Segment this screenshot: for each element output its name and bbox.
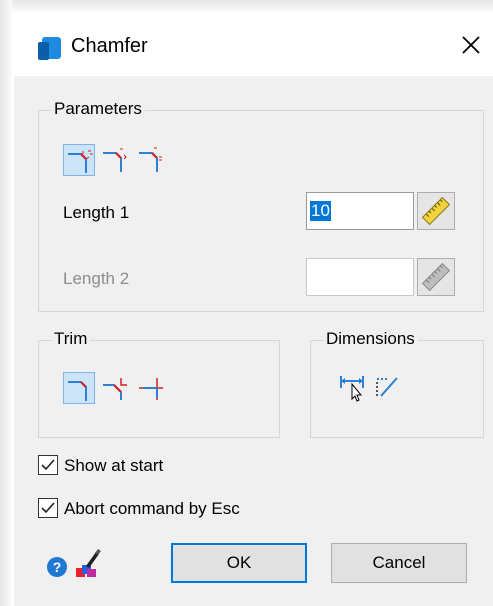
chamfer-two-lengths-icon — [68, 150, 93, 173]
length1-measure-button[interactable] — [417, 192, 455, 230]
abort-by-esc-checkbox[interactable] — [38, 498, 58, 518]
chamfer-length-angle-alt-icon — [139, 147, 162, 172]
cancel-button[interactable]: Cancel — [331, 543, 467, 583]
dimension-chamfer-button[interactable] — [371, 370, 403, 402]
dimension-linear-button[interactable] — [338, 370, 370, 402]
svg-text:?: ? — [53, 559, 62, 575]
length1-value: 10 — [310, 201, 331, 221]
chamfer-dialog: Chamfer Parameters Length 1 10 Length 2 … — [14, 12, 493, 606]
show-at-start-checkbox[interactable] — [38, 455, 58, 475]
trim-both-icon — [68, 381, 87, 401]
length2-label: Length 2 — [63, 269, 130, 288]
chamfer-length-angle-icon — [103, 148, 127, 172]
help-icon[interactable]: ? — [46, 556, 68, 578]
dimension-chamfer-icon — [376, 377, 398, 398]
checkmark-icon — [41, 459, 55, 471]
dialog-title: Chamfer — [71, 35, 148, 57]
trim-first-icon — [103, 378, 127, 400]
title-bar[interactable]: Chamfer — [14, 12, 493, 76]
checkmark-icon — [41, 502, 55, 514]
chamfer-length-angle-alt-button[interactable] — [135, 144, 167, 176]
trim-first-button[interactable] — [99, 372, 131, 404]
style-brush-icon[interactable] — [74, 548, 102, 578]
window-shadow-top — [0, 0, 493, 12]
no-trim-icon — [139, 378, 163, 400]
trim-both-button[interactable] — [63, 372, 95, 404]
window-shadow-left — [0, 0, 12, 606]
chamfer-length-angle-button[interactable] — [99, 144, 131, 176]
chamfer-two-lengths-button[interactable] — [63, 144, 95, 176]
trim-group-label: Trim — [51, 329, 91, 349]
no-trim-button[interactable] — [135, 372, 167, 404]
length2-field[interactable] — [306, 258, 414, 296]
dimensions-group-label: Dimensions — [323, 329, 418, 349]
ok-button[interactable]: OK — [171, 543, 307, 583]
close-icon[interactable] — [455, 29, 487, 61]
length2-measure-button[interactable] — [417, 258, 455, 296]
show-at-start-label[interactable]: Show at start — [64, 456, 163, 476]
app-icon — [38, 37, 61, 60]
length1-field[interactable]: 10 — [306, 192, 414, 230]
ruler-disabled-icon — [421, 262, 451, 292]
dimension-linear-icon — [340, 376, 364, 402]
length1-label: Length 1 — [63, 203, 130, 222]
abort-by-esc-label[interactable]: Abort command by Esc — [64, 499, 240, 519]
parameters-group-label: Parameters — [51, 99, 145, 119]
ruler-icon — [421, 196, 451, 226]
